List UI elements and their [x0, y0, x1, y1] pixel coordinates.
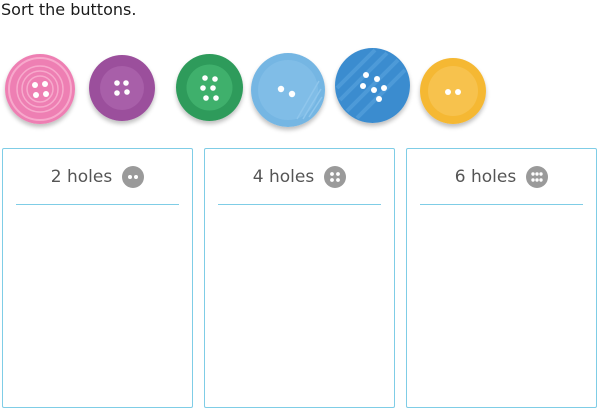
green-button[interactable] — [176, 54, 243, 121]
bin-header: 4 holes — [218, 149, 381, 205]
bin-4-holes[interactable]: 4 holes — [204, 148, 395, 408]
yellow-button[interactable] — [420, 58, 486, 124]
two-hole-button-icon — [122, 165, 145, 188]
green-button-icon — [176, 54, 243, 121]
light-blue-button[interactable] — [251, 53, 325, 127]
bin-header: 2 holes — [16, 149, 179, 205]
bin-label: 6 holes — [454, 166, 517, 187]
bin-2-holes[interactable]: 2 holes — [2, 148, 193, 408]
yellow-button-icon — [420, 58, 486, 124]
bin-6-holes[interactable]: 6 holes — [406, 148, 597, 408]
bin-label: 2 holes — [50, 166, 113, 187]
light-blue-button-icon — [251, 53, 325, 127]
six-hole-button-icon — [526, 165, 549, 188]
purple-button[interactable] — [89, 55, 155, 121]
blue-button-icon — [335, 48, 410, 123]
blue-button[interactable] — [335, 48, 410, 123]
bin-label: 4 holes — [252, 166, 315, 187]
pink-button[interactable] — [5, 54, 75, 124]
four-hole-button-icon — [324, 165, 347, 188]
prompt-text: Sort the buttons. — [1, 0, 137, 19]
pink-button-icon — [5, 54, 75, 124]
button-tray — [0, 48, 600, 132]
bin-header: 6 holes — [420, 149, 583, 205]
purple-button-icon — [89, 55, 155, 121]
